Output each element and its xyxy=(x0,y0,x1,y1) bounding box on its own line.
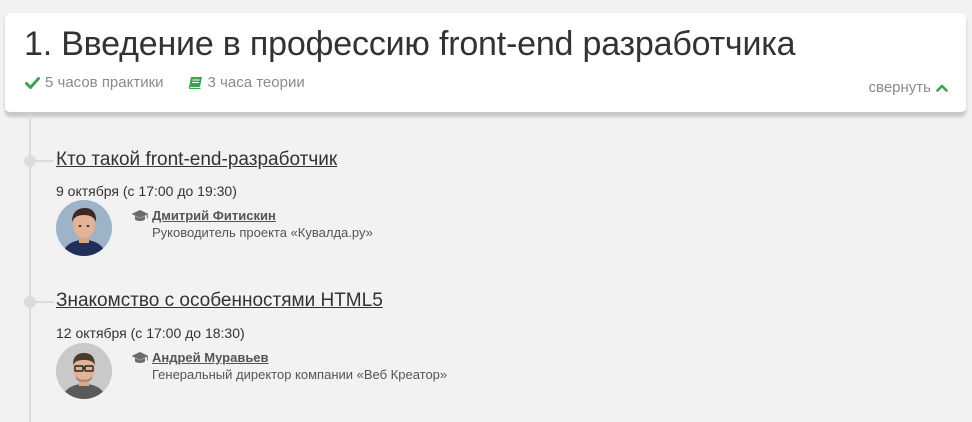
teacher-name-link[interactable]: Дмитрий Фитискин xyxy=(152,208,276,223)
teacher-photo xyxy=(56,343,112,399)
module-meta: 5 часов практики 3 часа теории xyxy=(25,74,329,91)
avatar xyxy=(56,343,112,399)
graduation-cap-icon xyxy=(131,352,149,363)
theory-hours-label: 3 часа теории xyxy=(207,74,305,91)
theory-hours: 3 часа теории xyxy=(187,74,305,91)
collapse-label: свернуть xyxy=(868,79,931,96)
lesson-date: 9 октября (с 17:00 до 19:30) xyxy=(56,183,237,199)
timeline-connector xyxy=(36,301,54,303)
teacher-role: Руководитель проекта «Кувалда.ру» xyxy=(152,225,373,240)
practice-hours: 5 часов практики xyxy=(25,74,164,91)
checkmark-icon xyxy=(25,76,40,89)
teacher: Андрей Муравьев xyxy=(131,350,269,365)
chevron-up-icon xyxy=(936,84,948,92)
teacher-role: Генеральный директор компании «Веб Креат… xyxy=(152,367,448,382)
page: 1. Введение в профессию front-end разраб… xyxy=(0,0,972,422)
module-title: 1. Введение в профессию front-end разраб… xyxy=(24,25,796,63)
timeline-connector xyxy=(36,160,54,162)
teacher: Дмитрий Фитискин xyxy=(131,208,276,223)
teacher-name-link[interactable]: Андрей Муравьев xyxy=(152,350,269,365)
teacher-photo xyxy=(56,200,112,256)
lesson-title-link[interactable]: Кто такой front-end-разработчик xyxy=(56,149,337,171)
timeline-dot xyxy=(24,155,36,167)
book-icon xyxy=(187,77,202,89)
practice-hours-label: 5 часов практики xyxy=(45,74,164,91)
lesson-date: 12 октября (с 17:00 до 18:30) xyxy=(56,325,245,341)
lesson-title-link[interactable]: Знакомство с особенностями HTML5 xyxy=(56,290,383,312)
graduation-cap-icon xyxy=(131,210,149,221)
module-header-card: 1. Введение в профессию front-end разраб… xyxy=(5,13,966,115)
avatar xyxy=(56,200,112,256)
timeline-dot xyxy=(24,296,36,308)
collapse-button[interactable]: свернуть xyxy=(869,79,948,96)
